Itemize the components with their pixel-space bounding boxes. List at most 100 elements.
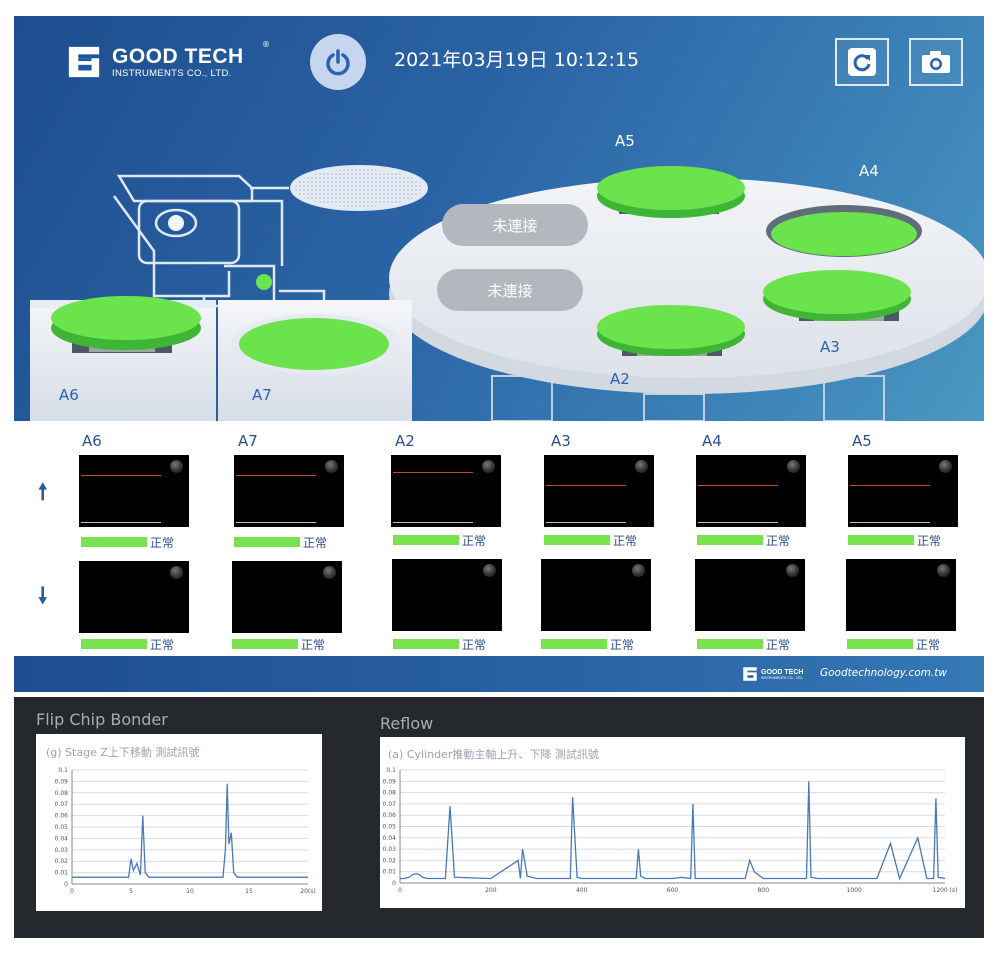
- scope-down-a5[interactable]: [846, 559, 956, 631]
- status-bar-down-a6: [81, 639, 147, 649]
- platform-label-a2: A2: [610, 370, 630, 388]
- sensor-column-a3: A3: [551, 432, 571, 450]
- x-tick-label: 20(s): [300, 888, 315, 895]
- status-bar-up-a5: [848, 535, 914, 545]
- footer-logo-icon: [743, 667, 757, 681]
- y-tick-label: 0.04: [383, 835, 397, 842]
- status-text-down-a2: 正常: [462, 638, 487, 652]
- status-bar-down-a7: [232, 639, 298, 649]
- sensor-column-a2: A2: [395, 432, 415, 450]
- y-tick-label: 0.1: [386, 767, 396, 774]
- scope-up-a5[interactable]: [848, 455, 958, 527]
- y-tick-label: 0.02: [55, 858, 69, 865]
- scope-baseline: [546, 522, 626, 523]
- sensor-column-a7: A7: [238, 432, 258, 450]
- status-text-up-a7: 正常: [303, 536, 328, 550]
- y-tick-label: 0: [64, 881, 68, 888]
- x-tick-label: 1000: [847, 887, 862, 894]
- scope-up-a3[interactable]: [544, 455, 654, 527]
- disconnected-slot-1[interactable]: 未連接: [442, 204, 588, 246]
- y-tick-label: 0.09: [383, 778, 397, 785]
- y-tick-label: 0.02: [383, 857, 397, 864]
- x-tick-label: 0: [70, 888, 74, 895]
- status-text-down-a4: 正常: [766, 638, 791, 652]
- scope-up-a7[interactable]: [234, 455, 344, 527]
- scope-baseline: [236, 522, 316, 523]
- arrow-down-icon: 🠗: [38, 584, 48, 609]
- status-bar-up-a3: [544, 535, 610, 545]
- sensor-grid: A6 A7 A2 A3 A4 A5 🠕 🠗 正常 正常 正常 正常 正常 正常: [14, 421, 984, 656]
- scope-up-a4[interactable]: [696, 455, 806, 527]
- status-text-up-a2: 正常: [462, 534, 487, 548]
- scope-down-a2[interactable]: [392, 559, 502, 631]
- platform-a7[interactable]: [239, 318, 389, 370]
- scope-knob-icon: [170, 566, 183, 579]
- footer-bar: GOOD TECH INSTRUMENTS CO., LTD. Goodtech…: [14, 656, 984, 692]
- scope-trace: [850, 485, 930, 486]
- scope-knob-icon: [635, 460, 648, 473]
- scope-knob-icon: [632, 564, 645, 577]
- platform-label-a5: A5: [615, 132, 635, 150]
- reflow-chart: (a) Cylinder推動主軸上升、下降 測試訊號 0 0.01 0.02 0.03…: [380, 737, 965, 908]
- status-text-down-a3: 正常: [610, 638, 635, 652]
- x-tick-label: 10: [186, 888, 194, 895]
- platform-a4[interactable]: [766, 205, 922, 257]
- sensor-column-a4: A4: [702, 432, 722, 450]
- status-bar-down-a4: [697, 639, 763, 649]
- status-bar-down-a5: [847, 639, 913, 649]
- status-text-up-a5: 正常: [917, 534, 942, 548]
- status-bar-down-a2: [393, 639, 459, 649]
- scope-trace: [393, 472, 473, 473]
- y-tick-label: 0: [392, 880, 396, 887]
- status-bar-up-a7: [234, 537, 300, 547]
- y-tick-label: 0.01: [55, 870, 69, 877]
- status-text-up-a3: 正常: [613, 534, 638, 548]
- arrow-up-icon: 🠕: [38, 480, 48, 505]
- y-tick-label: 0.01: [383, 869, 397, 876]
- footer-url-link[interactable]: Goodtechnology.com.tw: [820, 667, 947, 679]
- scope-down-a4[interactable]: [695, 559, 805, 631]
- scope-knob-icon: [939, 460, 952, 473]
- scope-knob-icon: [483, 564, 496, 577]
- platform-a6[interactable]: [51, 296, 201, 353]
- status-bar-up-a6: [81, 537, 147, 547]
- x-tick-label: 800: [758, 887, 770, 894]
- charts-panel: Flip Chip Bonder Reflow (g) Stage Z上下移動 …: [14, 697, 984, 938]
- x-tick-label: 15: [245, 888, 253, 895]
- x-tick-label: 5: [129, 888, 133, 895]
- platform-label-a6: A6: [59, 386, 79, 404]
- flip-chip-plot: 0 0.01 0.02 0.03 0.04 0.05 0.06 0.07 0.08 0.09 0.1…: [55, 767, 316, 895]
- scope-knob-icon: [325, 460, 338, 473]
- footer-logo: GOOD TECH INSTRUMENTS CO., LTD.: [742, 666, 803, 682]
- status-bar-down-a3: [541, 639, 607, 649]
- scope-knob-icon: [786, 564, 799, 577]
- scope-baseline: [81, 522, 161, 523]
- y-tick-label: 0.06: [383, 812, 397, 819]
- y-tick-label: 0.1: [58, 767, 68, 774]
- status-text-up-a4: 正常: [766, 534, 791, 548]
- scope-trace: [546, 485, 626, 486]
- y-tick-label: 0.04: [55, 835, 69, 842]
- footer-brand-name: GOOD TECH: [761, 668, 804, 676]
- scope-trace: [698, 485, 778, 486]
- scope-down-a7[interactable]: [232, 561, 342, 633]
- scope-down-a3[interactable]: [541, 559, 651, 631]
- y-tick-label: 0.07: [383, 801, 397, 808]
- platform-label-a7: A7: [252, 386, 272, 404]
- scope-up-a6[interactable]: [79, 455, 189, 527]
- disconnected-slot-2[interactable]: 未連接: [437, 269, 583, 311]
- scope-down-a6[interactable]: [79, 561, 189, 633]
- platform-a3[interactable]: [763, 270, 911, 321]
- scope-up-a2[interactable]: [391, 455, 501, 527]
- scope-knob-icon: [482, 460, 495, 473]
- x-tick-label: 200: [485, 887, 497, 894]
- y-tick-label: 0.08: [55, 790, 69, 797]
- y-tick-label: 0.05: [383, 824, 397, 831]
- platform-a2[interactable]: [597, 305, 745, 356]
- platform-a5[interactable]: [597, 166, 745, 218]
- y-tick-label: 0.06: [55, 813, 69, 820]
- platform-label-a3: A3: [820, 338, 840, 356]
- scope-trace: [236, 475, 316, 476]
- scope-trace: [81, 475, 161, 476]
- status-bar-up-a4: [697, 535, 763, 545]
